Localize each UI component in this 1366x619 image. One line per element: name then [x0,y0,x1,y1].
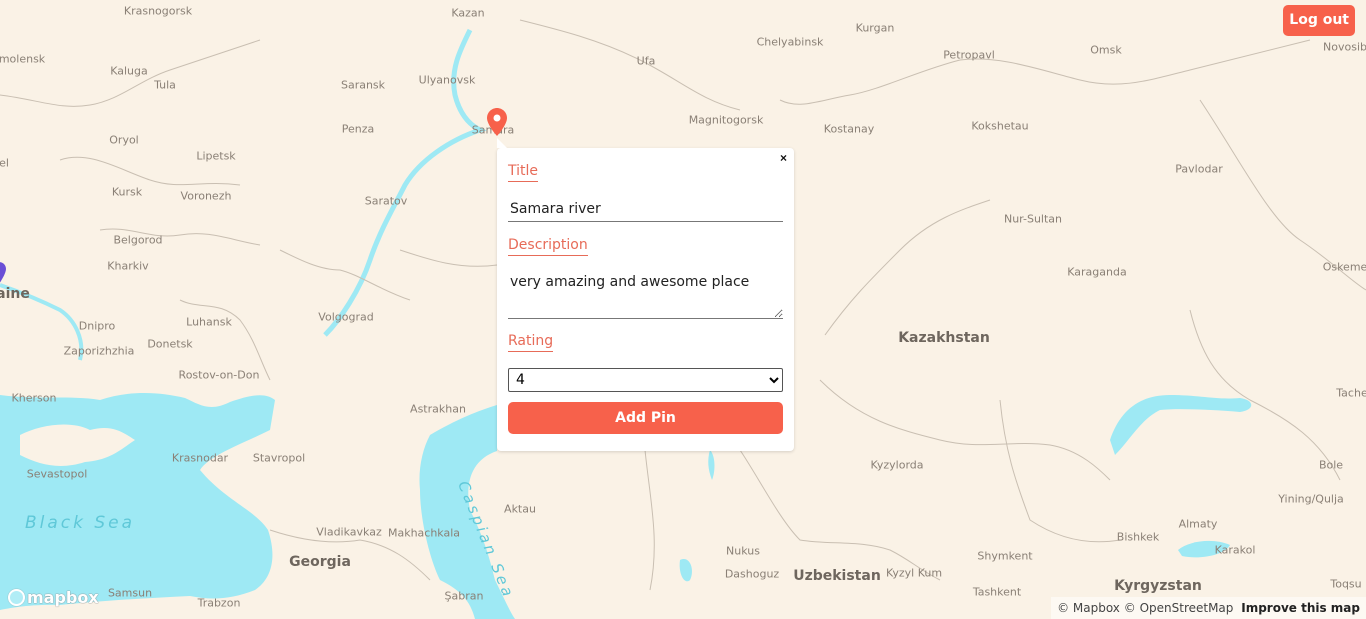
map-label-penza: Penza [341,122,375,136]
rating-select[interactable]: 12345 [508,368,783,392]
black-sea [0,393,275,610]
map-label-volgograd: Volgograd [318,310,374,324]
map-label-pavlodar: Pavlodar [1175,162,1223,176]
osm-attribution-link[interactable]: © OpenStreetMap [1124,601,1234,615]
selected-pin-marker[interactable] [487,108,507,136]
map-label-bole: Bole [1318,458,1344,472]
map-label-vladikavkaz: Vladikavkaz [316,525,382,539]
map-label-yining-qulja: Yining/Qulja [1278,492,1344,506]
map-label-lipetsk: Lipetsk [196,149,236,163]
add-pin-popup: × Title Description very amazing and awe… [497,138,794,451]
map-label-astrakhan: Astrakhan [410,402,466,416]
map-label-sevastopol: Sevastopol [26,467,88,481]
map-label-oskeme: Oskeme [1322,260,1366,274]
other-pin-marker[interactable] [0,262,6,284]
lake-balkhash [1110,395,1252,455]
map-label-donetsk: Donetsk [147,337,193,351]
map-label-karaganda: Karaganda [1067,265,1127,279]
map-label-aine: aine [0,286,30,302]
map-label-saransk: Saransk [340,78,386,92]
map-label-chelyabinsk: Chelyabinsk [756,35,824,49]
map-label--abran: Şabran [444,589,484,603]
map-label-kostanay: Kostanay [823,122,875,136]
map-attribution: © Mapbox © OpenStreetMap Improve this ma… [1051,597,1366,619]
map-label-ufa: Ufa [636,54,656,68]
logout-button[interactable]: Log out [1283,5,1355,36]
map-label-aktau: Aktau [504,502,536,516]
popup-tip [497,138,507,148]
map-label-black-sea: Black Sea [24,513,136,533]
map-label-el: el [0,156,9,170]
map-label-toqsu: Toqsu [1330,577,1362,591]
map-label-luhansk: Luhansk [186,315,232,329]
map-label-makhachkala: Makhachkala [387,526,461,540]
map-label-dashoguz: Dashoguz [724,567,780,581]
map-label-kursk: Kursk [111,185,143,199]
map-label-nukus: Nukus [726,544,760,558]
rating-label: Rating [508,333,554,352]
map-label-magnitogorsk: Magnitogorsk [688,113,764,127]
mapbox-logo-icon [8,589,25,606]
map-label-kazan: Kazan [451,6,485,20]
map-label-kurgan: Kurgan [855,21,895,35]
map-label-ulyanovsk: Ulyanovsk [418,73,476,87]
map-label-kokshetau: Kokshetau [971,119,1029,133]
map-label-georgia: Georgia [289,554,351,570]
map-label-bishkek: Bishkek [1116,530,1160,544]
map-label-krasnodar: Krasnodar [171,451,229,465]
title-input[interactable] [508,199,783,222]
description-label: Description [508,237,588,256]
map-label-kyzylorda: Kyzylorda [870,458,924,472]
close-popup-button[interactable]: × [780,151,787,165]
map-label-dnipro: Dnipro [78,319,116,333]
map-label-almaty: Almaty [1178,517,1218,531]
map-label-uzbekistan: Uzbekistan [793,568,881,584]
mapbox-attribution-link[interactable]: © Mapbox [1057,601,1120,615]
map-label-kherson: Kherson [11,391,57,405]
map-label-krasnogorsk: Krasnogorsk [123,4,193,18]
map-label-molensk: molensk [0,52,46,66]
map-label-zaporizhzhia: Zaporizhzhia [63,344,135,358]
map-label-saratov: Saratov [364,194,408,208]
map-label-novosib: Novosib [1323,40,1366,54]
lake-tuz [708,450,715,480]
mapbox-logo[interactable]: mapbox [8,588,99,607]
aral-sea [679,559,692,582]
map-label-karakol: Karakol [1214,543,1256,557]
map-label-kyzyl-kum: Kyzyl Kum [885,566,943,580]
map-label-kaluga: Kaluga [110,64,148,78]
map-label-nur-sultan: Nur-Sultan [1003,212,1063,226]
map-label-omsk: Omsk [1090,43,1122,57]
map-label-belgorod: Belgorod [113,233,163,247]
map-label-kharkiv: Kharkiv [107,259,149,273]
map-label-petropavl: Petropavl [943,48,995,62]
map-label-samsun: Samsun [107,586,153,600]
title-label: Title [508,163,539,182]
map-label-trabzon: Trabzon [197,596,241,610]
add-pin-button[interactable]: Add Pin [508,402,783,434]
map-label-oryol: Oryol [109,133,139,147]
mapbox-logo-text: mapbox [27,588,99,607]
map-label-kyrgyzstan: Kyrgyzstan [1114,578,1202,594]
map-label-tache: Tache [1336,386,1366,400]
map-label-voronezh: Voronezh [180,189,232,203]
map-label-rostov-on-don: Rostov-on-Don [178,368,260,382]
map-label-tula: Tula [154,78,176,92]
map-label-stavropol: Stavropol [252,451,306,465]
improve-map-link[interactable]: Improve this map [1241,601,1360,615]
map-label-kazakhstan: Kazakhstan [898,330,990,346]
map-label-tashkent: Tashkent [972,585,1022,599]
description-textarea[interactable]: very amazing and awesome place [508,272,783,319]
map-label-shymkent: Shymkent [977,549,1033,563]
